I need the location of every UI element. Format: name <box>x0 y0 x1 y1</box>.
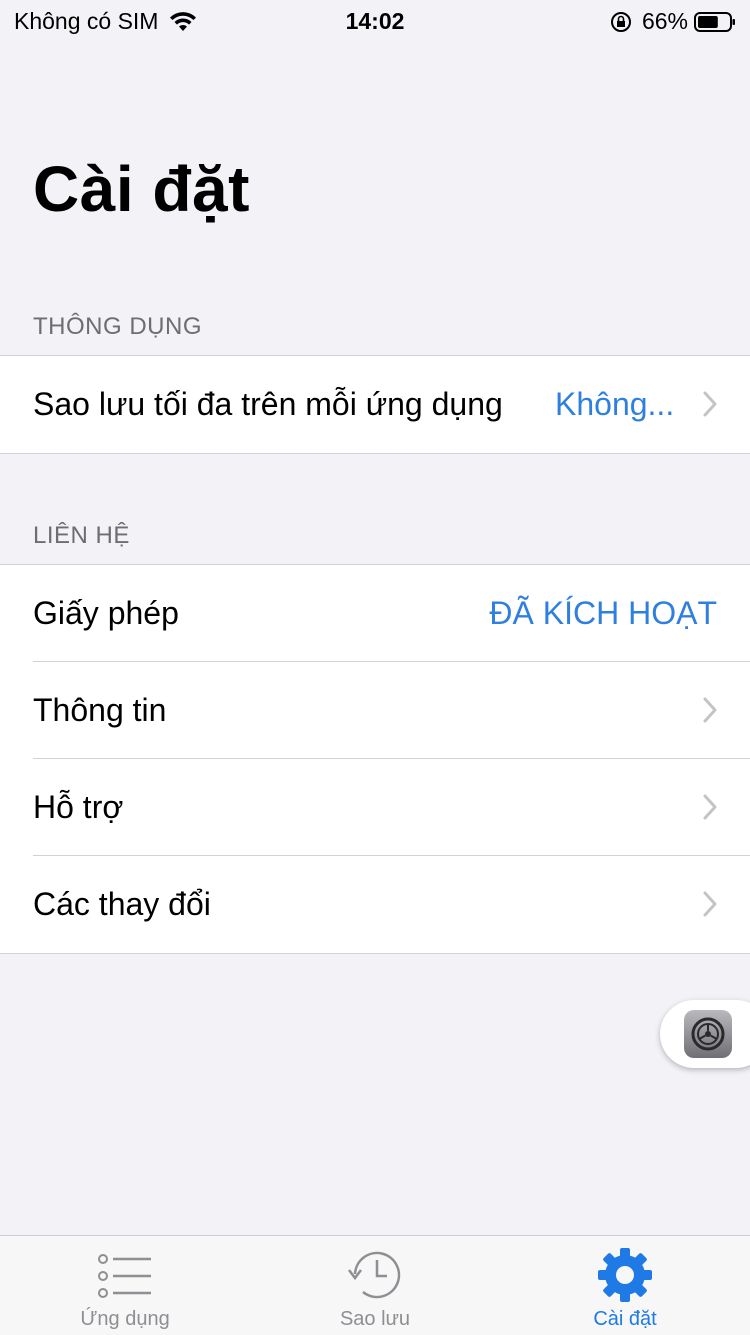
support-row[interactable]: Hỗ trợ <box>0 759 750 856</box>
license-label: Giấy phép <box>33 595 179 631</box>
section-header-contact: LIÊN HỆ <box>33 522 130 549</box>
max-backup-label: Sao lưu tối đa trên mỗi ứng dụng <box>33 386 503 422</box>
settings-gear-icon <box>684 1010 732 1058</box>
page-title: Cài đặt <box>33 153 250 225</box>
license-row[interactable]: Giấy phép ĐÃ KÍCH HOẠT <box>0 565 750 662</box>
history-clock-icon <box>348 1251 401 1299</box>
license-status-value: ĐÃ KÍCH HOẠT <box>489 595 717 631</box>
settings-group-contact: Giấy phép ĐÃ KÍCH HOẠT Thông tin Hỗ trợ … <box>0 564 750 954</box>
chevron-right-icon <box>703 891 717 917</box>
chevron-right-icon <box>703 697 717 723</box>
assistive-touch-button[interactable] <box>660 1000 750 1068</box>
tab-backup[interactable]: Sao lưu <box>250 1236 500 1335</box>
orientation-lock-icon <box>610 11 631 32</box>
support-label: Hỗ trợ <box>33 789 124 825</box>
battery-icon <box>694 11 735 32</box>
list-icon <box>98 1254 151 1298</box>
tab-apps-label: Ứng dụng <box>80 1308 170 1330</box>
max-backup-value: Không... <box>555 386 675 422</box>
changelog-label: Các thay đổi <box>33 886 211 922</box>
tab-apps[interactable]: Ứng dụng <box>0 1236 250 1335</box>
gear-icon <box>598 1248 652 1302</box>
status-bar-right: 66% <box>610 8 736 35</box>
tab-settings-label: Cài đặt <box>593 1308 657 1330</box>
changelog-row[interactable]: Các thay đổi <box>0 856 750 953</box>
tab-settings[interactable]: Cài đặt <box>500 1236 750 1335</box>
chevron-right-icon <box>703 391 717 417</box>
status-bar: Không có SIM 14:02 66% <box>0 0 750 40</box>
section-header-general: THÔNG DỤNG <box>33 313 202 340</box>
tab-backup-label: Sao lưu <box>339 1308 411 1330</box>
chevron-right-icon <box>703 794 717 820</box>
info-row[interactable]: Thông tin <box>0 662 750 759</box>
battery-percent: 66% <box>641 8 688 34</box>
tab-bar: Ứng dụng Sao lưu Cài đặt <box>0 1235 750 1335</box>
info-label: Thông tin <box>33 692 167 728</box>
max-backup-row[interactable]: Sao lưu tối đa trên mỗi ứng dụng Không..… <box>0 356 750 453</box>
settings-group-general: Sao lưu tối đa trên mỗi ứng dụng Không..… <box>0 355 750 454</box>
